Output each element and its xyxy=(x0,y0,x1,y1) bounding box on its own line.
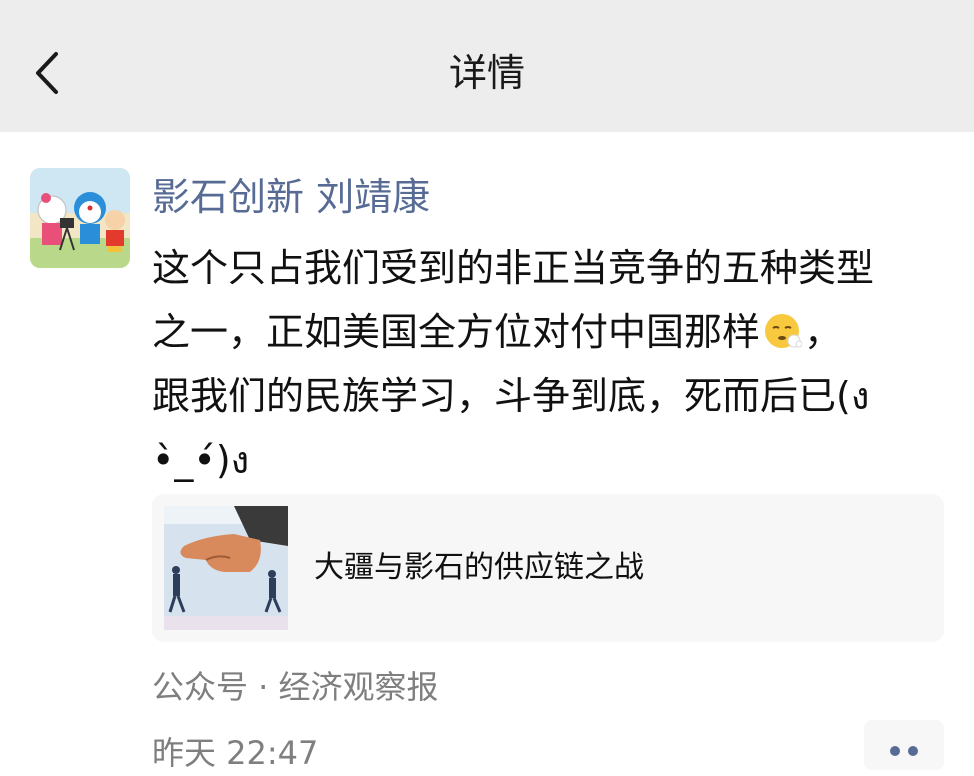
article-title: 大疆与影石的供应链之战 xyxy=(314,550,644,585)
page-title: 详情 xyxy=(448,51,525,95)
avatar[interactable] xyxy=(30,168,130,268)
article-source: 公众号 · 经济观察报 xyxy=(152,668,439,706)
post-timestamp: 昨天 22:47 xyxy=(152,734,319,772)
content-line: 之一，正如美国全方位对付中国那样 ， xyxy=(152,300,952,364)
sigh-emoji-icon xyxy=(762,306,803,348)
article-thumbnail xyxy=(164,506,288,630)
content-line: 这个只占我们受到的非正当竞争的五种类型 xyxy=(152,246,875,290)
post-content: 这个只占我们受到的非正当竞争的五种类型 之一，正如美国全方位对付中国那样 ， 跟… xyxy=(152,236,952,492)
content-line: 跟我们的民族学习，斗争到底，死而后已(ง xyxy=(152,374,870,418)
more-dots-icon xyxy=(908,746,918,756)
content-text: 之一，正如美国全方位对付中国那样 xyxy=(152,310,761,354)
more-dots-icon xyxy=(890,746,900,756)
top-nav-bar: 详情 xyxy=(0,0,974,132)
content-text: ， xyxy=(804,310,843,354)
content-line: •̀_•́)ง xyxy=(152,438,250,482)
article-link-card[interactable]: 大疆与影石的供应链之战 xyxy=(152,494,944,642)
more-options-button[interactable] xyxy=(864,720,944,770)
author-name-link[interactable]: 影石创新 刘靖康 xyxy=(152,172,430,222)
